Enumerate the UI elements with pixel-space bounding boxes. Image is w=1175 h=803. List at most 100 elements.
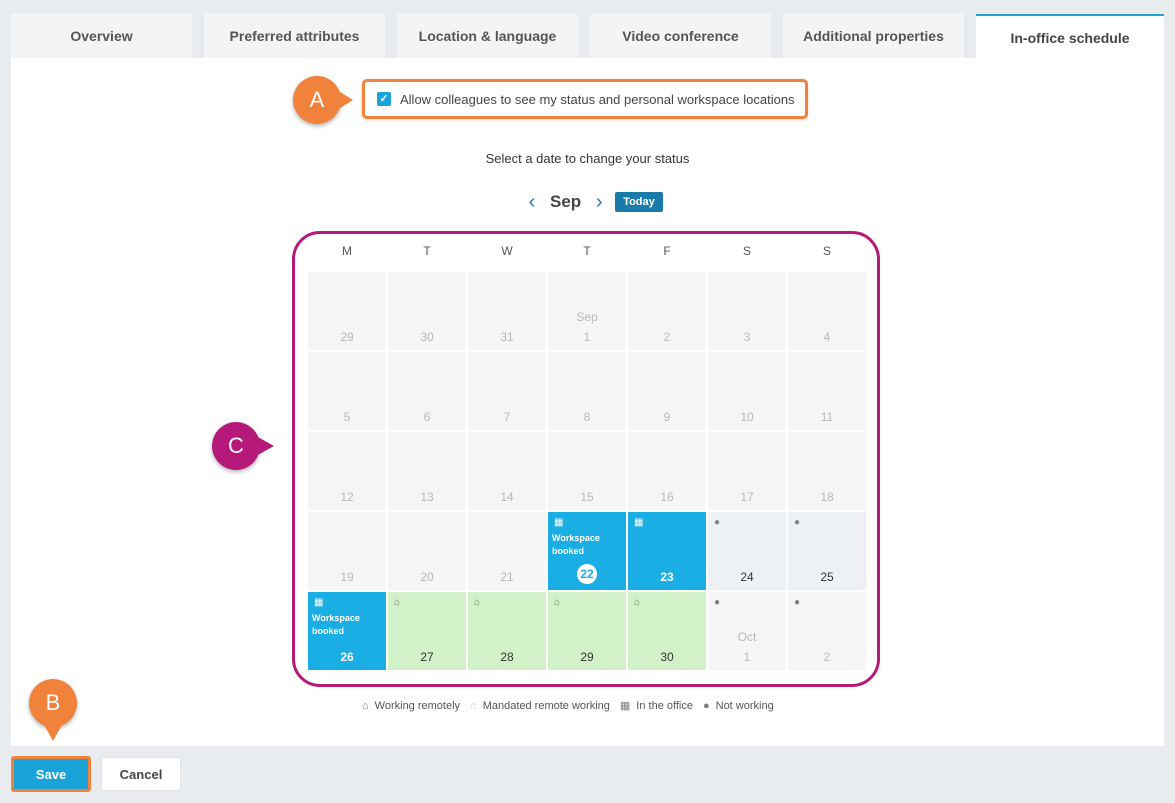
day-number: 31 [500, 330, 514, 344]
calendar-day-cell[interactable]: 13 [388, 432, 466, 510]
calendar-day-cell[interactable]: 8 [548, 352, 626, 430]
calendar-day-cell[interactable]: ● 25 [788, 512, 866, 590]
weekday-label: T [423, 244, 431, 258]
home-icon: ⌂ [362, 699, 369, 712]
day-number: 20 [420, 570, 434, 584]
today-button[interactable]: Today [615, 192, 663, 212]
day-number: 26 [340, 650, 354, 664]
legend-label: Working remotely [374, 699, 461, 712]
tab-overview[interactable]: Overview [11, 14, 192, 58]
calendar-day-cell[interactable]: 16 [628, 432, 706, 510]
tab-video-conference[interactable]: Video conference [590, 14, 771, 58]
tab-additional-properties[interactable]: Additional properties [783, 14, 964, 58]
day-number: 7 [503, 410, 511, 424]
day-number: 5 [343, 410, 351, 424]
legend-label: In the office [636, 699, 693, 712]
cancel-button[interactable]: Cancel [101, 757, 181, 791]
day-number: 18 [820, 490, 834, 504]
month-label: Sep [550, 192, 582, 211]
calendar-day-cell[interactable]: 14 [468, 432, 546, 510]
day-number: 23 [660, 570, 674, 584]
calendar-day-cell[interactable]: 9 [628, 352, 706, 430]
day-number: 10 [740, 410, 754, 424]
chevron-right-icon[interactable]: › [589, 191, 609, 214]
calendar-day-cell[interactable]: 7 [468, 352, 546, 430]
status-legend: ⌂ Working remotely ⌂ Mandated remote wor… [362, 699, 784, 713]
calendar-day-cell[interactable]: ▦ Workspace booked 22 [548, 512, 626, 590]
calendar-day-cell[interactable]: 3 [708, 272, 786, 350]
save-button[interactable]: Save [11, 756, 91, 792]
day-status-label: Workspace booked [312, 613, 360, 636]
location-pin-icon: ● [714, 517, 721, 528]
day-number: 24 [740, 570, 754, 584]
calendar-day-cell[interactable]: 19 [308, 512, 386, 590]
calendar-day-cell[interactable]: 12 [308, 432, 386, 510]
calendar-day-cell[interactable]: 6 [388, 352, 466, 430]
calendar-day-cell[interactable]: 4 [788, 272, 866, 350]
today-marker: 22 [577, 564, 597, 584]
day-number: 12 [340, 490, 354, 504]
calendar-day-cell[interactable]: 31 [468, 272, 546, 350]
month-start-label: Oct [737, 630, 757, 644]
callout-b: B [29, 679, 77, 741]
calendar-day-cell[interactable]: ⌂ 28 [468, 592, 546, 670]
day-number: 16 [660, 490, 674, 504]
weekday-label: S [822, 244, 831, 258]
day-number: 29 [580, 650, 594, 664]
calendar-day-cell[interactable]: 10 [708, 352, 786, 430]
home-icon: ⌂ [474, 597, 481, 608]
calendar-day-cell[interactable]: ▦ Workspace booked 26 [308, 592, 386, 670]
calendar-day-cell[interactable]: Sep 1 [548, 272, 626, 350]
building-icon: ▦ [619, 700, 631, 712]
day-number: 2 [663, 330, 671, 344]
calendar-day-cell[interactable]: 17 [708, 432, 786, 510]
calendar-day-cell[interactable]: ⌂ 27 [388, 592, 466, 670]
calendar-day-cell[interactable]: 21 [468, 512, 546, 590]
location-pin-icon: ● [794, 597, 801, 608]
calendar-day-cell[interactable]: 18 [788, 432, 866, 510]
callout-a: A [293, 76, 353, 124]
weekday-label: M [342, 244, 352, 258]
weekday-label: S [742, 244, 751, 258]
share-status-option[interactable]: ✓ Allow colleagues to see my status and … [362, 79, 808, 119]
tab-location-language[interactable]: Location & language [397, 14, 578, 58]
share-status-checkbox[interactable]: ✓ [377, 92, 391, 106]
calendar-day-cell[interactable]: ● 2 [788, 592, 866, 670]
calendar-day-cell[interactable]: ⌂ 29 [548, 592, 626, 670]
location-pin-icon: ● [794, 517, 801, 528]
building-icon: ▦ [554, 517, 564, 528]
location-pin-icon: ● [702, 699, 710, 712]
day-number: 9 [663, 410, 671, 424]
day-number: 30 [420, 330, 434, 344]
calendar-instruction: Select a date to change your status [485, 151, 690, 166]
calendar-day-cell[interactable]: ▦ 23 [628, 512, 706, 590]
tab-in-office-schedule[interactable]: In-office schedule [976, 14, 1164, 60]
building-icon: ▦ [314, 597, 324, 608]
calendar-day-cell[interactable]: ● Oct 1 [708, 592, 786, 670]
day-number: 1 [583, 330, 591, 344]
legend-item: ⌂ Working remotely [362, 700, 460, 712]
day-number: 14 [500, 490, 514, 504]
home-icon: ⌂ [394, 597, 401, 608]
calendar-day-cell[interactable]: 11 [788, 352, 866, 430]
day-number: 17 [740, 490, 754, 504]
calendar-day-cell[interactable]: ● 24 [708, 512, 786, 590]
calendar-day-cell[interactable]: 29 [308, 272, 386, 350]
calendar-day-cell[interactable]: 30 [388, 272, 466, 350]
tab-preferred-attributes[interactable]: Preferred attributes [204, 14, 385, 58]
weekday-label: W [501, 244, 513, 258]
day-number: 1 [743, 650, 751, 664]
calendar-day-cell[interactable]: 15 [548, 432, 626, 510]
day-number: 4 [823, 330, 831, 344]
calendar-day-cell[interactable]: ⌂ 30 [628, 592, 706, 670]
calendar-day-cell[interactable]: 5 [308, 352, 386, 430]
legend-item: ⌂ Mandated remote working [470, 700, 610, 712]
day-number: 27 [420, 650, 434, 664]
chevron-left-icon[interactable]: ‹ [522, 191, 542, 214]
day-number: 29 [340, 330, 354, 344]
legend-item: ▦ In the office [619, 699, 693, 713]
calendar-day-cell[interactable]: 2 [628, 272, 706, 350]
calendar-day-cell[interactable]: 20 [388, 512, 466, 590]
day-number: 11 [820, 410, 834, 424]
day-number: 28 [500, 650, 514, 664]
